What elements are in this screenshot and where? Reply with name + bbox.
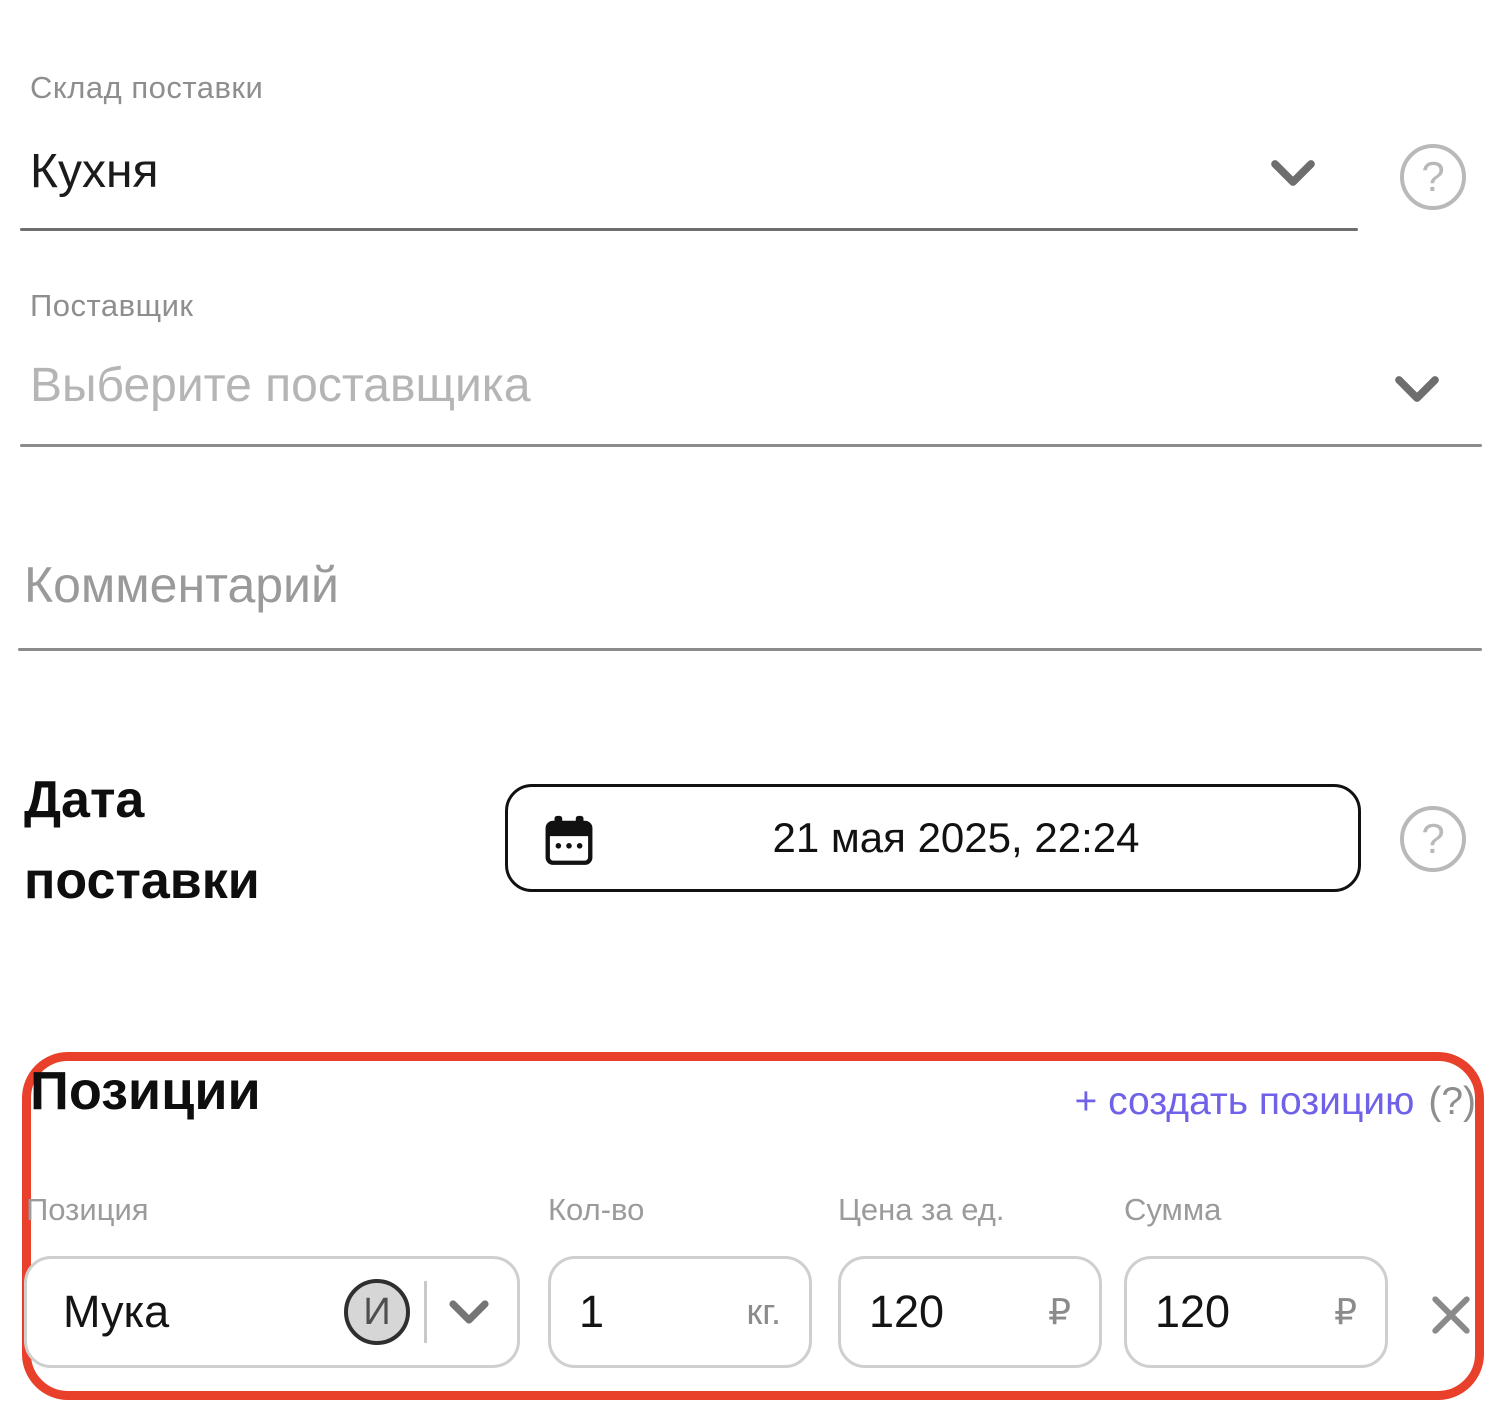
total-value: 120 bbox=[1155, 1286, 1334, 1338]
quantity-input[interactable]: 1 кг. bbox=[548, 1256, 812, 1368]
positions-help[interactable]: (?) bbox=[1428, 1080, 1476, 1124]
supplier-underline bbox=[20, 444, 1482, 447]
column-label-total: Сумма bbox=[1124, 1192, 1221, 1228]
unit-price-input[interactable]: 120 ₽ bbox=[838, 1256, 1102, 1368]
total-currency: ₽ bbox=[1334, 1291, 1357, 1333]
badge-letter: И bbox=[363, 1291, 390, 1334]
column-label-unit-price: Цена за ед. bbox=[838, 1192, 1004, 1228]
chevron-down-icon[interactable] bbox=[445, 1292, 493, 1332]
chevron-down-icon[interactable] bbox=[1266, 150, 1320, 196]
unit-price-currency: ₽ bbox=[1048, 1291, 1071, 1333]
delivery-date-help-icon[interactable]: ? bbox=[1400, 806, 1466, 872]
column-label-quantity: Кол-во bbox=[548, 1192, 644, 1228]
ingredient-badge: И bbox=[344, 1279, 410, 1345]
delivery-date-button[interactable]: 21 мая 2025, 22:24 bbox=[505, 784, 1361, 892]
supply-form: Склад поставки Кухня ? Поставщик Выберит… bbox=[0, 0, 1502, 1416]
delivery-date-value: 21 мая 2025, 22:24 bbox=[773, 814, 1140, 862]
supplier-select[interactable]: Выберите поставщика bbox=[30, 358, 531, 413]
warehouse-label: Склад поставки bbox=[30, 70, 263, 106]
calendar-icon bbox=[540, 812, 598, 870]
warehouse-help-icon[interactable]: ? bbox=[1400, 144, 1466, 210]
help-glyph: ? bbox=[1421, 815, 1444, 863]
position-select-field[interactable]: Мука И bbox=[24, 1256, 520, 1368]
comment-underline bbox=[18, 648, 1482, 651]
quantity-value: 1 bbox=[579, 1286, 747, 1338]
column-label-position: Позиция bbox=[26, 1192, 149, 1228]
chevron-down-icon[interactable] bbox=[1390, 366, 1444, 412]
quantity-unit: кг. bbox=[747, 1291, 782, 1333]
help-glyph: ? bbox=[1421, 153, 1444, 201]
warehouse-underline bbox=[20, 228, 1358, 231]
total-input[interactable]: 120 ₽ bbox=[1124, 1256, 1388, 1368]
positions-header-actions: + создать позицию (?) bbox=[0, 1080, 1476, 1124]
unit-price-value: 120 bbox=[869, 1286, 1048, 1338]
delivery-date-label: Дата поставки bbox=[24, 760, 364, 921]
position-value: Мука bbox=[63, 1286, 344, 1338]
supplier-label: Поставщик bbox=[30, 288, 193, 324]
delete-row-icon[interactable] bbox=[1424, 1288, 1478, 1342]
field-divider bbox=[424, 1281, 427, 1343]
comment-input[interactable]: Комментарий bbox=[24, 556, 339, 614]
create-position-link[interactable]: + создать позицию bbox=[1074, 1080, 1414, 1124]
warehouse-select[interactable]: Кухня bbox=[30, 144, 158, 199]
